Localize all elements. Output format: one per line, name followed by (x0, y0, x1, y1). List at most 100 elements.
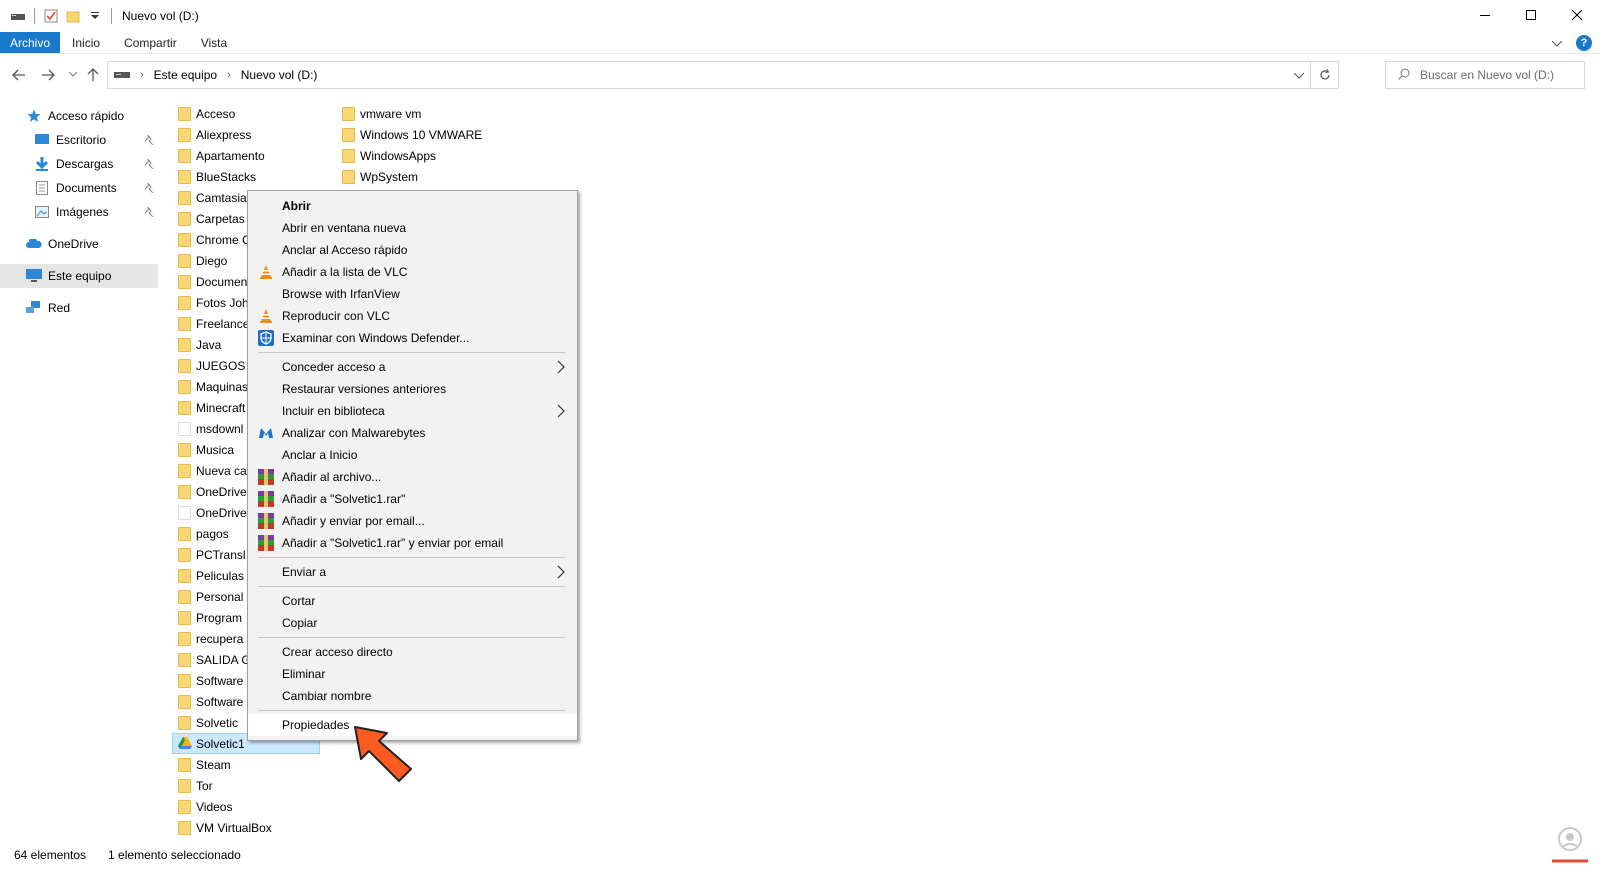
list-item[interactable]: Windows 10 VMWARE (342, 124, 502, 145)
file-name: Fotos Joh (196, 295, 249, 310)
list-item[interactable]: BlueStacks (178, 166, 328, 187)
list-item[interactable]: Apartamento (178, 145, 328, 166)
menu-item[interactable]: Eliminar (248, 663, 577, 685)
sidebar-item-acceso-rapido[interactable]: Acceso rápido (0, 104, 158, 128)
folder-icon (178, 715, 191, 730)
folder-icon (178, 358, 191, 373)
file-name: Musica (196, 442, 235, 457)
tab-inicio[interactable]: Inicio (60, 32, 112, 53)
help-icon[interactable]: ? (1576, 35, 1592, 51)
close-button[interactable] (1554, 0, 1600, 30)
menu-item[interactable]: Cambiar nombre (248, 685, 577, 707)
menu-item[interactable]: Cortar (248, 590, 577, 612)
up-arrow-icon[interactable] (84, 66, 102, 84)
sidebar-item-label: Este equipo (48, 269, 112, 283)
recent-locations-icon[interactable] (64, 66, 82, 84)
menu-item[interactable]: Analizar con Malwarebytes (248, 422, 577, 444)
menu-item[interactable]: Añadir a "Solvetic1.rar" (248, 488, 577, 510)
folder-icon (178, 673, 191, 688)
menu-item[interactable]: Incluir en biblioteca (248, 400, 577, 422)
search-input[interactable]: Buscar en Nuevo vol (D:) (1385, 61, 1585, 89)
menu-item[interactable]: Anclar a Inicio (248, 444, 577, 466)
sidebar-item-onedrive[interactable]: OneDrive (0, 232, 158, 256)
list-item[interactable]: Videos (178, 796, 328, 817)
tab-vista[interactable]: Vista (189, 32, 239, 53)
folder-icon (178, 127, 191, 142)
window-title: Nuevo vol (D:) (122, 9, 199, 23)
file-name: Chrome C (196, 232, 251, 247)
file-name: Solvetic (196, 715, 239, 730)
menu-item-label: Cambiar nombre (282, 689, 372, 703)
download-icon (34, 156, 50, 172)
menu-item-label: Añadir y enviar por email... (282, 514, 425, 528)
menu-item[interactable]: Anclar al Acceso rápido (248, 239, 577, 261)
menu-item-label: Propiedades (282, 718, 350, 732)
address-bar[interactable]: › Este equipo › Nuevo vol (D:) (107, 61, 1339, 89)
menu-item[interactable]: Crear acceso directo (248, 641, 577, 663)
sidebar-item-red[interactable]: Red (0, 296, 158, 320)
sidebar-item-descargas[interactable]: Descargas (0, 152, 158, 176)
menu-item[interactable]: Añadir a "Solvetic1.rar" y enviar por em… (248, 532, 577, 554)
menu-item[interactable]: Conceder acceso a (248, 356, 577, 378)
network-icon (26, 300, 42, 316)
list-item[interactable]: WpSystem (342, 166, 502, 187)
customize-toolbar-icon[interactable] (87, 8, 103, 24)
menu-item[interactable]: Añadir al archivo... (248, 466, 577, 488)
pin-icon[interactable] (144, 134, 154, 148)
pointer-arrow-icon (354, 726, 412, 782)
menu-item[interactable]: Abrir (248, 195, 577, 217)
menu-item[interactable]: Añadir a la lista de VLC (248, 261, 577, 283)
breadcrumb-nuevo-vol[interactable]: Nuevo vol (D:) (241, 68, 318, 82)
pin-icon[interactable] (144, 158, 154, 172)
sidebar-item-imagenes[interactable]: Imágenes (0, 200, 158, 224)
list-item[interactable]: Aliexpress (178, 124, 328, 145)
file-name: Java (196, 337, 222, 352)
folder-icon (178, 400, 191, 415)
tab-compartir[interactable]: Compartir (112, 32, 189, 53)
refresh-icon[interactable] (1310, 62, 1338, 88)
folder-icon (178, 316, 191, 331)
breadcrumb-chevron-icon[interactable]: › (140, 69, 144, 81)
tab-archivo[interactable]: Archivo (0, 32, 61, 53)
menu-item[interactable]: Copiar (248, 612, 577, 634)
document-icon (34, 180, 50, 196)
folder-icon (178, 484, 191, 499)
menu-item[interactable]: Restaurar versiones anteriores (248, 378, 577, 400)
menu-separator (258, 586, 565, 587)
minimize-button[interactable] (1462, 0, 1508, 30)
list-item[interactable]: Acceso (178, 103, 328, 124)
sidebar-item-documents[interactable]: Documents (0, 176, 158, 200)
menu-item[interactable]: Enviar a (248, 561, 577, 583)
back-arrow-icon[interactable] (10, 66, 28, 84)
list-item[interactable]: Steam (178, 754, 328, 775)
breadcrumb-chevron-icon[interactable]: › (227, 69, 231, 81)
file-name: Acceso (196, 106, 236, 121)
file-name: Freelance (196, 316, 250, 331)
sidebar-item-este-equipo[interactable]: Este equipo (0, 264, 158, 288)
file-name: vmware vm (360, 106, 422, 121)
menu-item[interactable]: Examinar con Windows Defender... (248, 327, 577, 349)
new-folder-icon[interactable] (65, 8, 81, 24)
list-item[interactable]: Tor (178, 775, 328, 796)
properties-icon[interactable] (43, 8, 59, 24)
sidebar-item-escritorio[interactable]: Escritorio (0, 128, 158, 152)
address-dropdown-icon[interactable] (1293, 68, 1305, 82)
pin-icon[interactable] (144, 206, 154, 220)
forward-arrow-icon[interactable] (39, 66, 57, 84)
drive-icon[interactable] (10, 8, 26, 24)
shared-folder-icon (178, 736, 192, 751)
list-item[interactable]: VM VirtualBox (178, 817, 328, 838)
menu-item-label: Analizar con Malwarebytes (282, 426, 426, 440)
menu-item[interactable]: Browse with IrfanView (248, 283, 577, 305)
file-name: Videos (196, 799, 233, 814)
list-item[interactable]: WindowsApps (342, 145, 502, 166)
expand-ribbon-icon[interactable] (1551, 36, 1563, 50)
maximize-button[interactable] (1508, 0, 1554, 30)
menu-item[interactable]: Abrir en ventana nueva (248, 217, 577, 239)
pin-icon[interactable] (144, 182, 154, 196)
menu-item[interactable]: Reproducir con VLC (248, 305, 577, 327)
breadcrumb-este-equipo[interactable]: Este equipo (154, 68, 217, 82)
menu-item-label: Añadir al archivo... (282, 470, 382, 484)
list-item[interactable]: vmware vm (342, 103, 502, 124)
menu-item[interactable]: Añadir y enviar por email... (248, 510, 577, 532)
